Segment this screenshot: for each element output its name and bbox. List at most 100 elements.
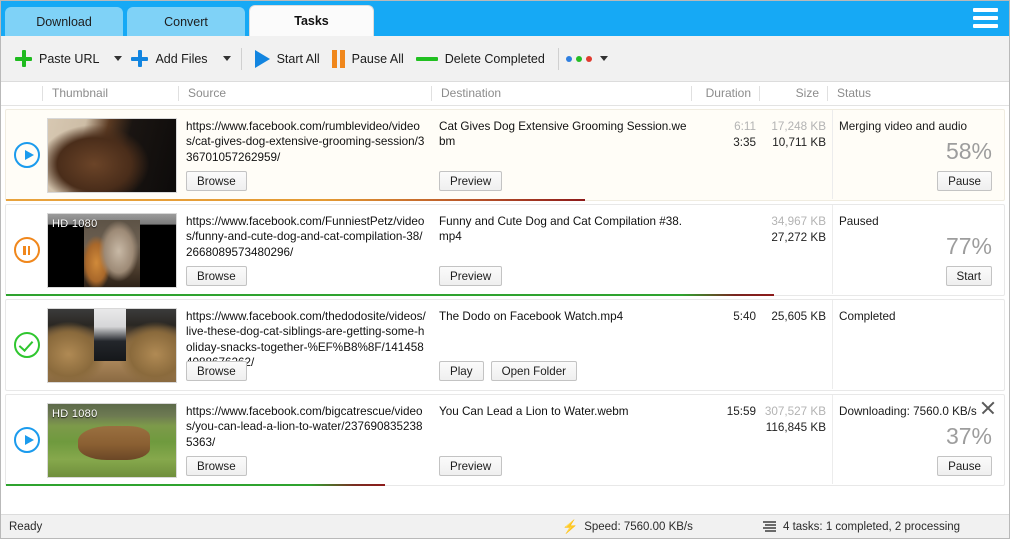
source-url[interactable]: https://www.facebook.com/bigcatrescue/vi… <box>186 404 428 450</box>
progress-percent: 77% <box>946 235 992 258</box>
status-tasks: 4 tasks: 1 completed, 2 processing <box>763 521 960 533</box>
browse-button[interactable]: Browse <box>186 171 247 191</box>
thumbnail-image: HD 1080 <box>47 213 177 288</box>
pause-task-button[interactable]: Pause <box>937 456 992 476</box>
task-list[interactable]: https://www.facebook.com/rumblevideo/vid… <box>1 106 1009 514</box>
thumbnail-image <box>47 118 177 193</box>
progress-percent: 37% <box>946 425 992 448</box>
minus-icon <box>416 57 438 61</box>
check-circle-icon[interactable] <box>14 332 40 358</box>
duration-total: 5:40 <box>696 309 756 325</box>
destination-filename: Cat Gives Dog Extensive Grooming Session… <box>439 119 690 150</box>
action-button-row: Pause <box>937 171 992 191</box>
action-button-row: Pause <box>937 456 992 476</box>
task-row[interactable]: https://www.facebook.com/thedodosite/vid… <box>5 299 1005 391</box>
size-downloaded: 116,845 KB <box>764 420 826 436</box>
task-destination-cell: You Can Lead a Lion to Water.webm Previe… <box>436 395 696 484</box>
browse-button-row: Browse <box>186 171 247 191</box>
destination-filename: Funny and Cute Dog and Cat Compilation #… <box>439 214 690 245</box>
hamburger-bar <box>973 16 998 20</box>
start-all-button[interactable]: Start All <box>249 43 326 75</box>
pause-all-label: Pause All <box>352 52 404 66</box>
browse-button[interactable]: Browse <box>186 266 247 286</box>
browse-button[interactable]: Browse <box>186 361 247 381</box>
duration-elapsed: 3:35 <box>696 135 756 151</box>
task-duration-cell: 5:40 <box>696 300 764 389</box>
start-task-button[interactable]: Start <box>946 266 992 286</box>
task-status-cell: Merging video and audio 58% Pause <box>832 110 1004 199</box>
progress-bar <box>6 484 1004 486</box>
hamburger-bar <box>973 8 998 12</box>
add-files-button[interactable]: Add Files <box>125 43 213 75</box>
tab-download[interactable]: Download <box>5 7 123 36</box>
column-header-size[interactable]: Size <box>759 86 827 101</box>
tab-convert[interactable]: Convert <box>127 7 245 36</box>
task-state-cell <box>6 300 47 389</box>
destination-button-row: Preview <box>439 171 502 191</box>
toolbar-separator <box>241 48 242 70</box>
task-destination-cell: The Dodo on Facebook Watch.mp4 Play Open… <box>436 300 696 389</box>
task-thumbnail-cell: HD 1080 <box>47 395 183 484</box>
task-size-cell: 25,605 KB <box>764 300 832 389</box>
play-circle-icon[interactable] <box>14 427 40 453</box>
browse-button-row: Browse <box>186 361 247 381</box>
task-thumbnail-cell: HD 1080 <box>47 205 183 294</box>
delete-completed-label: Delete Completed <box>445 52 545 66</box>
task-source-cell: https://www.facebook.com/bigcatrescue/vi… <box>183 395 436 484</box>
task-duration-cell: 15:59 <box>696 395 764 484</box>
preview-button[interactable]: Preview <box>439 456 502 476</box>
task-row[interactable]: https://www.facebook.com/rumblevideo/vid… <box>5 109 1005 201</box>
add-files-label: Add Files <box>155 52 207 66</box>
source-url[interactable]: https://www.facebook.com/rumblevideo/vid… <box>186 119 428 165</box>
more-options-dropdown-icon[interactable] <box>600 56 608 61</box>
size-total: 307,527 KB <box>764 404 826 420</box>
play-circle-icon[interactable] <box>14 142 40 168</box>
close-icon[interactable] <box>980 400 996 416</box>
destination-button-row: Play Open Folder <box>439 361 577 381</box>
browse-button[interactable]: Browse <box>186 456 247 476</box>
task-row[interactable]: HD 1080 https://www.facebook.com/Funnies… <box>5 204 1005 296</box>
preview-button[interactable]: Preview <box>439 171 502 191</box>
column-header-destination[interactable]: Destination <box>431 86 691 101</box>
size-downloaded: 10,711 KB <box>764 135 826 151</box>
column-header-duration[interactable]: Duration <box>691 86 759 101</box>
toolbar: Paste URL Add Files Start All Pause All … <box>1 36 1009 82</box>
paste-url-button[interactable]: Paste URL <box>9 43 105 75</box>
application-window: Download Convert Tasks Paste URL Add Fil… <box>0 0 1010 539</box>
progress-percent: 58% <box>946 140 992 163</box>
task-size-cell: 34,967 KB 27,272 KB <box>764 205 832 294</box>
open-folder-button[interactable]: Open Folder <box>491 361 577 381</box>
status-tasks-text: 4 tasks: 1 completed, 2 processing <box>783 521 960 533</box>
column-header-thumbnail[interactable]: Thumbnail <box>42 86 178 101</box>
column-header-status[interactable]: Status <box>827 86 1009 101</box>
pause-task-button[interactable]: Pause <box>937 171 992 191</box>
status-text: Completed <box>839 309 998 325</box>
lightning-bolt-icon: ⚡ <box>562 520 578 533</box>
play-button[interactable]: Play <box>439 361 484 381</box>
task-state-cell <box>6 110 47 199</box>
tab-tasks[interactable]: Tasks <box>249 5 374 36</box>
pause-all-button[interactable]: Pause All <box>326 43 410 75</box>
delete-completed-button[interactable]: Delete Completed <box>410 43 551 75</box>
destination-button-row: Preview <box>439 456 502 476</box>
source-url[interactable]: https://www.facebook.com/FunniestPetz/vi… <box>186 214 428 260</box>
add-files-dropdown-icon[interactable] <box>223 56 231 61</box>
duration-total: 15:59 <box>696 404 756 420</box>
task-state-cell <box>6 205 47 294</box>
preview-button[interactable]: Preview <box>439 266 502 286</box>
hamburger-menu-icon[interactable] <box>973 8 998 28</box>
destination-filename: The Dodo on Facebook Watch.mp4 <box>439 309 690 324</box>
task-status-cell: Completed <box>832 300 1004 389</box>
browse-button-row: Browse <box>186 266 247 286</box>
toolbar-separator <box>558 48 559 70</box>
column-header-row: Thumbnail Source Destination Duration Si… <box>1 82 1009 106</box>
more-options-button[interactable] <box>566 56 611 62</box>
task-status-cell: Downloading: 7560.0 KB/s 37% Pause <box>832 395 1004 484</box>
task-row[interactable]: HD 1080 https://www.facebook.com/bigcatr… <box>5 394 1005 486</box>
pause-circle-icon[interactable] <box>14 237 40 263</box>
column-header-source[interactable]: Source <box>178 86 431 101</box>
destination-filename: You Can Lead a Lion to Water.webm <box>439 404 690 419</box>
progress-bar <box>6 294 1004 296</box>
dot-blue-icon <box>566 56 572 62</box>
paste-url-dropdown-icon[interactable] <box>114 56 122 61</box>
